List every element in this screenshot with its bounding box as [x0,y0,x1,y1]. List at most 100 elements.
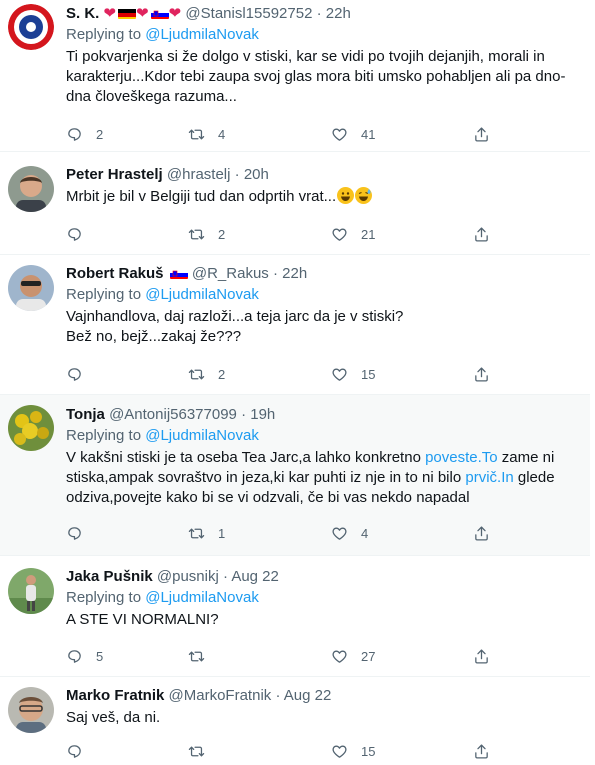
avatar[interactable] [8,405,54,451]
tweet-text-line: Bež no, bejž...zakaj že??? [66,328,242,345]
mention-link[interactable]: @LjudmilaNovak [145,589,259,606]
retweet-count: 2 [218,366,226,382]
like-icon [331,226,348,243]
handle[interactable]: @pusnikj [157,568,219,585]
like-count: 4 [361,525,369,541]
like-icon [331,126,348,143]
mention-link[interactable]: @LjudmilaNovak [145,427,259,444]
display-name[interactable]: Robert Rakuš [66,265,164,282]
retweet-icon [188,648,205,665]
tweet[interactable]: Peter Hrastelj @hrastelj · 20h Mrbit je … [0,152,590,255]
tweet-text: Vajnhandlova, daj razloži...a teja jarc … [66,307,574,347]
dot-separator: · [275,687,281,704]
handle[interactable]: @Stanisl15592752 [185,5,312,22]
tweet[interactable]: Marko Fratnik @MarkoFratnik · Aug 22 Saj… [0,677,590,765]
handle[interactable]: @hrastelj [167,166,231,183]
like-count: 41 [361,126,376,142]
timestamp[interactable]: Aug 22 [284,687,332,704]
tweet[interactable]: Robert Rakuš @R_Rakus · 22h Replying to … [0,255,590,395]
reply-button[interactable]: 5 [66,646,103,666]
dot-separator: · [241,406,247,423]
tweet[interactable]: Tonja @Antonij56377099 · 19h Replying to… [0,395,590,556]
reply-button[interactable]: 2 [66,124,103,144]
share-button[interactable] [473,124,490,144]
share-button[interactable] [473,646,490,666]
heart-emoji-icon: ❤ [136,5,149,22]
avatar[interactable] [8,265,54,311]
display-name[interactable]: S. K. [66,5,99,22]
display-name[interactable]: Jaka Pušnik [66,568,153,585]
heart-emoji-icon: ❤ [168,5,182,22]
handle[interactable]: @R_Rakus [192,265,269,282]
tweet-text: A STE VI NORMALNI? [66,611,219,628]
timestamp[interactable]: 20h [244,166,269,183]
timestamp[interactable]: Aug 22 [231,568,279,585]
tweet[interactable]: Jaka Pušnik @pusnikj · Aug 22 Replying t… [0,556,590,677]
inline-link[interactable]: poveste.To [425,449,498,466]
tweet-text: V kakšni stiski je ta oseba Tea Jarc,a l… [66,448,574,508]
display-name[interactable]: Tonja [66,406,105,423]
handle[interactable]: @MarkoFratnik [169,687,272,704]
reply-button[interactable] [66,741,96,761]
like-button[interactable]: 15 [331,741,375,761]
share-icon [473,525,490,542]
reply-button[interactable] [66,224,96,244]
avatar[interactable] [8,4,54,50]
retweet-button[interactable]: 2 [188,364,225,384]
timestamp[interactable]: 19h [250,406,275,423]
action-bar: 15 [66,741,506,761]
reply-icon [66,743,83,760]
timestamp[interactable]: 22h [326,5,351,22]
avatar[interactable] [8,568,54,614]
share-icon [473,126,490,143]
retweet-icon [188,525,205,542]
dot-separator: · [316,5,322,22]
share-button[interactable] [473,741,490,761]
retweet-button[interactable] [188,741,218,761]
action-bar: 5 27 [66,646,506,666]
display-name[interactable]: Marko Fratnik [66,687,164,704]
timestamp[interactable]: 22h [282,265,307,282]
avatar[interactable] [8,166,54,212]
handle[interactable]: @Antonij56377099 [109,406,237,423]
retweet-button[interactable]: 2 [188,224,225,244]
like-button[interactable]: 4 [331,523,368,543]
like-button[interactable]: 15 [331,364,375,384]
like-icon [331,648,348,665]
share-button[interactable] [473,224,490,244]
flag-si-icon [169,267,188,279]
like-button[interactable]: 21 [331,224,375,244]
retweet-icon [188,366,205,383]
reply-count: 5 [96,648,104,664]
action-bar: 2 21 [66,224,506,244]
like-button[interactable]: 27 [331,646,375,666]
grinning-face-emoji-icon [337,187,355,204]
retweet-icon [188,126,205,143]
dot-separator: · [272,265,278,282]
replying-to-label: Replying to [66,26,142,43]
replying-to-label: Replying to [66,589,142,606]
retweet-button[interactable]: 1 [188,523,225,543]
retweet-button[interactable]: 4 [188,124,225,144]
mention-link[interactable]: @LjudmilaNovak [145,286,259,303]
retweet-button[interactable] [188,646,218,666]
inline-link[interactable]: prvič.In [465,469,513,486]
dot-separator: · [234,166,240,183]
like-count: 15 [361,366,376,382]
tweet[interactable]: S. K. ❤ ❤ ❤ @Stanisl15592752 · 22h Replyin… [0,0,590,152]
share-button[interactable] [473,523,490,543]
reply-button[interactable] [66,523,96,543]
reply-button[interactable] [66,364,96,384]
reply-icon [66,126,83,143]
reply-icon [66,648,83,665]
like-button[interactable]: 41 [331,124,375,144]
share-button[interactable] [473,364,490,384]
flag-si-icon [150,7,169,19]
tweet-text: Ti pokvarjenka si že dolgo v stiski, kar… [66,48,566,105]
retweet-count: 4 [218,126,226,142]
avatar[interactable] [8,687,54,733]
like-icon [331,366,348,383]
like-count: 27 [361,648,376,664]
mention-link[interactable]: @LjudmilaNovak [145,26,259,43]
display-name[interactable]: Peter Hrastelj [66,166,163,183]
